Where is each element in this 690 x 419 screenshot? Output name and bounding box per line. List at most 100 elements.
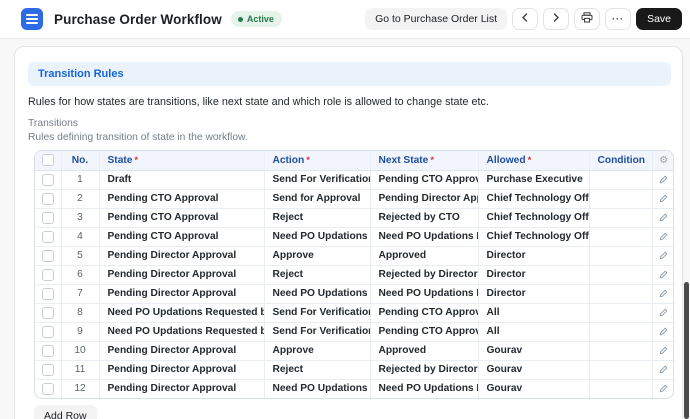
allowed-cell[interactable]: Chief Technology Officer [478, 208, 589, 227]
row-checkbox[interactable] [42, 326, 54, 338]
row-checkbox[interactable] [42, 364, 54, 376]
condition-cell[interactable] [589, 322, 652, 341]
print-button[interactable] [574, 8, 600, 30]
condition-cell[interactable] [589, 360, 652, 379]
condition-cell[interactable] [589, 284, 652, 303]
state-cell[interactable]: Draft [99, 170, 264, 189]
action-cell[interactable]: Need PO Updations [264, 284, 370, 303]
condition-cell[interactable] [589, 265, 652, 284]
add-row-button[interactable]: Add Row [34, 405, 97, 419]
action-cell[interactable]: Reject [264, 265, 370, 284]
row-checkbox[interactable] [42, 212, 54, 224]
go-to-purchase-order-list-button[interactable]: Go to Purchase Order List [365, 8, 507, 30]
edit-row-button[interactable] [652, 284, 674, 303]
edit-row-button[interactable] [652, 246, 674, 265]
next-state-cell[interactable]: Rejected by Director [370, 360, 478, 379]
row-checkbox[interactable] [42, 288, 54, 300]
condition-cell[interactable] [589, 189, 652, 208]
state-cell[interactable]: Pending Director Approval [99, 284, 264, 303]
state-cell[interactable]: Pending Director Approval [99, 379, 264, 398]
column-header-next-state: Next State* [370, 151, 478, 170]
action-cell[interactable]: Reject [264, 208, 370, 227]
edit-row-button[interactable] [652, 265, 674, 284]
state-cell[interactable]: Pending Director Approval [99, 246, 264, 265]
row-checkbox[interactable] [42, 231, 54, 243]
allowed-cell[interactable]: Director [478, 284, 589, 303]
allowed-cell[interactable]: Gourav [478, 360, 589, 379]
allowed-cell[interactable]: Gourav [478, 379, 589, 398]
edit-row-button[interactable] [652, 322, 674, 341]
vertical-scrollbar-thumb[interactable] [684, 282, 689, 419]
condition-cell[interactable] [589, 246, 652, 265]
next-state-cell[interactable]: Need PO Updations Requ... [370, 379, 478, 398]
allowed-cell[interactable]: Gourav [478, 341, 589, 360]
action-cell[interactable]: Approve [264, 341, 370, 360]
action-cell[interactable]: Send For Verification [264, 322, 370, 341]
state-cell[interactable]: Pending Director Approval [99, 341, 264, 360]
action-cell[interactable]: Send For Verification [264, 170, 370, 189]
edit-row-button[interactable] [652, 379, 674, 398]
state-cell[interactable]: Need PO Updations Requested by Direct... [99, 322, 264, 341]
section-header-transition-rules[interactable]: Transition Rules [28, 62, 671, 86]
row-checkbox[interactable] [42, 383, 54, 395]
row-checkbox[interactable] [42, 307, 54, 319]
condition-cell[interactable] [589, 303, 652, 322]
condition-cell[interactable] [589, 379, 652, 398]
allowed-cell[interactable]: Chief Technology Officer [478, 189, 589, 208]
edit-row-button[interactable] [652, 341, 674, 360]
condition-cell[interactable] [589, 208, 652, 227]
more-menu-button[interactable]: ··· [605, 8, 631, 30]
action-cell[interactable]: Approve [264, 246, 370, 265]
allowed-cell[interactable]: Purchase Executive [478, 170, 589, 189]
action-cell[interactable]: Send For Verification [264, 303, 370, 322]
action-cell[interactable]: Reject [264, 360, 370, 379]
next-document-button[interactable] [543, 8, 569, 30]
next-state-cell[interactable]: Need PO Updations Requ... [370, 227, 478, 246]
next-state-cell[interactable]: Approved [370, 341, 478, 360]
next-state-cell[interactable]: Need PO Updations Requ... [370, 284, 478, 303]
allowed-cell[interactable]: All [478, 322, 589, 341]
state-cell[interactable]: Pending CTO Approval [99, 208, 264, 227]
state-cell[interactable]: Pending CTO Approval [99, 189, 264, 208]
row-checkbox[interactable] [42, 193, 54, 205]
condition-cell[interactable] [589, 227, 652, 246]
condition-cell[interactable] [589, 170, 652, 189]
allowed-cell[interactable]: All [478, 303, 589, 322]
state-cell[interactable]: Pending CTO Approval [99, 227, 264, 246]
row-checkbox[interactable] [42, 250, 54, 262]
select-all-checkbox[interactable] [42, 154, 54, 166]
row-checkbox[interactable] [42, 345, 54, 357]
action-cell[interactable]: Need PO Updations [264, 379, 370, 398]
state-cell[interactable]: Need PO Updations Requested by CTO [99, 303, 264, 322]
edit-row-button[interactable] [652, 208, 674, 227]
edit-row-button[interactable] [652, 303, 674, 322]
allowed-cell[interactable]: Director [478, 265, 589, 284]
workflow-doc-icon[interactable] [21, 8, 43, 30]
edit-row-button[interactable] [652, 170, 674, 189]
next-state-cell[interactable]: Rejected by CTO [370, 208, 478, 227]
action-cell[interactable]: Need PO Updations [264, 227, 370, 246]
next-state-cell[interactable]: Pending CTO Approval [370, 303, 478, 322]
row-number-cell: 4 [61, 227, 99, 246]
row-number-cell: 10 [61, 341, 99, 360]
row-checkbox[interactable] [42, 174, 54, 186]
state-cell[interactable]: Pending Director Approval [99, 360, 264, 379]
action-cell[interactable]: Send for Approval [264, 189, 370, 208]
edit-row-button[interactable] [652, 227, 674, 246]
next-state-cell[interactable]: Pending Director Approval [370, 189, 478, 208]
next-state-cell[interactable]: Pending CTO Approval [370, 322, 478, 341]
next-state-cell[interactable]: Rejected by Director [370, 265, 478, 284]
condition-cell[interactable] [589, 341, 652, 360]
next-state-cell[interactable]: Approved [370, 246, 478, 265]
gear-icon[interactable]: ⚙ [659, 155, 668, 166]
edit-row-button[interactable] [652, 360, 674, 379]
allowed-cell[interactable]: Chief Technology Officer [478, 227, 589, 246]
row-checkbox[interactable] [42, 269, 54, 281]
save-button[interactable]: Save [636, 8, 682, 30]
next-state-cell[interactable]: Pending CTO Approval [370, 170, 478, 189]
prev-document-button[interactable] [512, 8, 538, 30]
pencil-icon [659, 231, 668, 242]
edit-row-button[interactable] [652, 189, 674, 208]
allowed-cell[interactable]: Director [478, 246, 589, 265]
state-cell[interactable]: Pending Director Approval [99, 265, 264, 284]
